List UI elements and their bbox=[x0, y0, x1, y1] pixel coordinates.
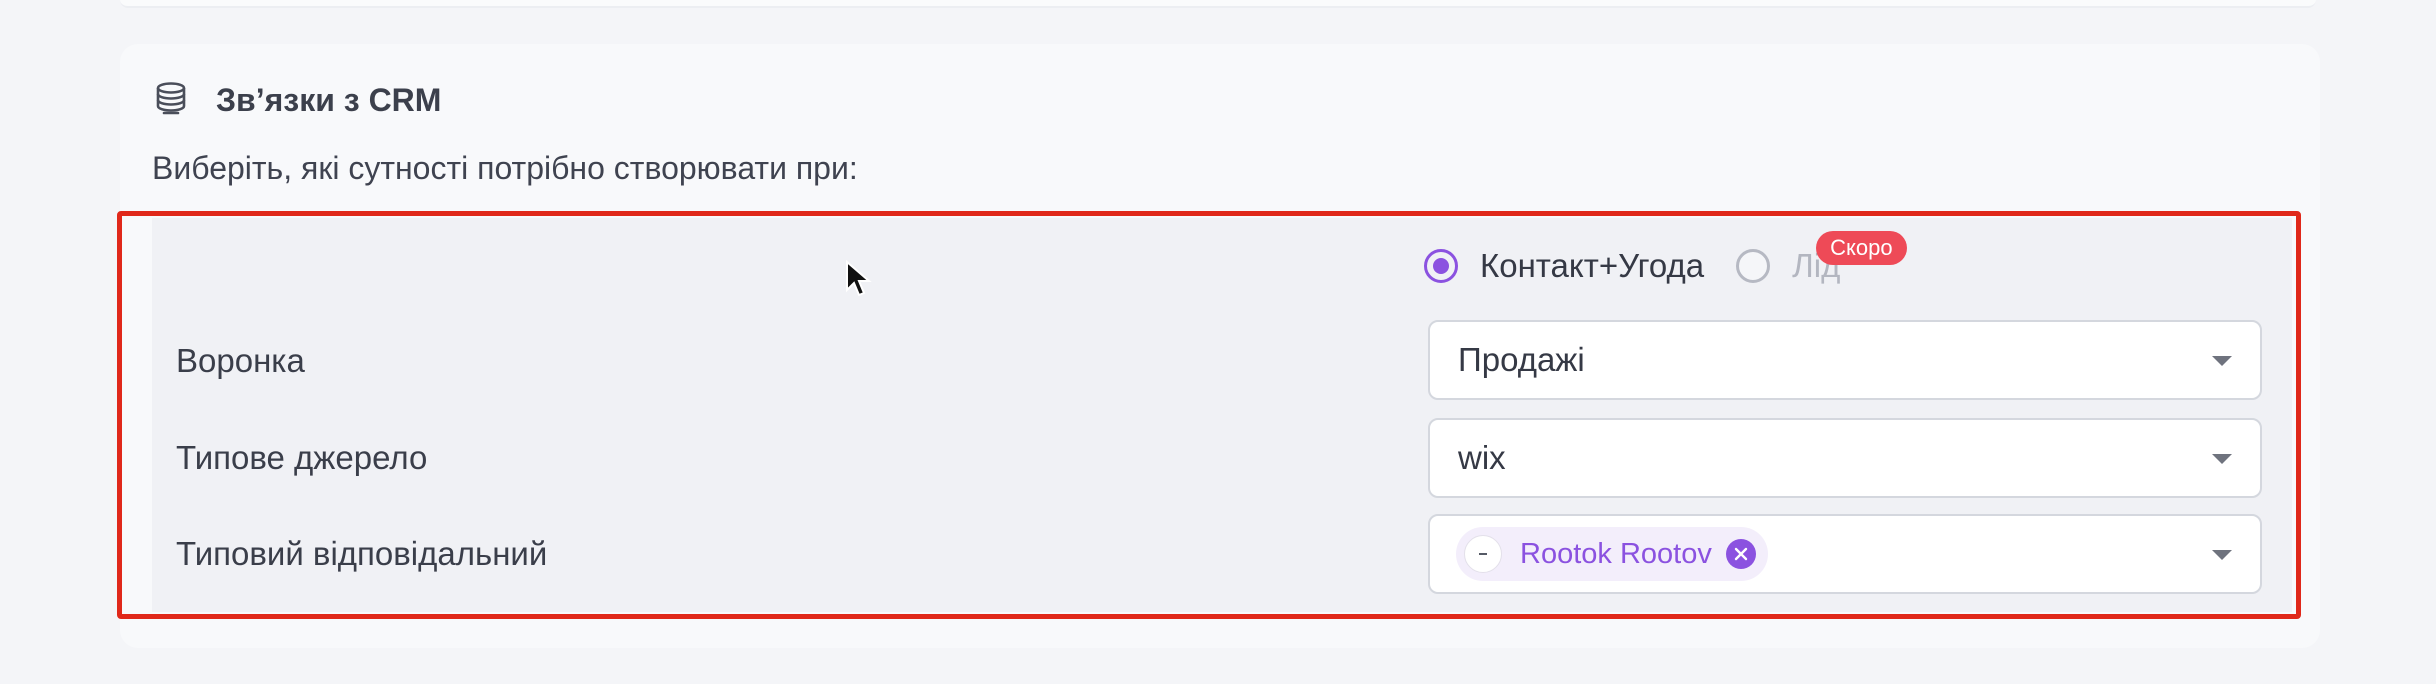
radio-button-unchecked bbox=[1736, 249, 1771, 283]
chevron-down-icon bbox=[2212, 454, 2232, 464]
radio-label-contact-deal: Контакт+Угода bbox=[1480, 247, 1705, 284]
source-select-value: wix bbox=[1458, 439, 1506, 476]
chip-label: Rootok Rootov bbox=[1520, 537, 1712, 570]
previous-card-edge bbox=[120, 0, 2316, 8]
mouse-cursor-icon bbox=[846, 260, 872, 297]
funnel-label: Воронка bbox=[176, 342, 305, 379]
chevron-down-icon bbox=[2212, 550, 2232, 560]
radio-option-lead: Лід Скоро bbox=[1736, 231, 1907, 285]
radio-button-checked[interactable] bbox=[1424, 249, 1458, 283]
card-subtitle: Виберіть, які сутності потрібно створюва… bbox=[152, 150, 858, 186]
avatar bbox=[1464, 535, 1502, 573]
source-label: Типове джерело bbox=[176, 439, 428, 476]
funnel-select[interactable]: Продажі bbox=[1428, 320, 2262, 400]
responsible-select[interactable]: Rootok Rootov bbox=[1428, 514, 2262, 594]
coming-soon-badge: Скоро bbox=[1816, 231, 1907, 265]
responsible-label: Типовий відповідальний bbox=[176, 535, 548, 572]
radio-option-contact-deal[interactable]: Контакт+Угода bbox=[1424, 247, 1704, 285]
entity-radio-group: Контакт+Угода Лід Скоро bbox=[1424, 231, 1907, 288]
database-stack-icon bbox=[156, 82, 186, 115]
source-select[interactable]: wix bbox=[1428, 418, 2262, 498]
funnel-select-value: Продажі bbox=[1458, 341, 1585, 378]
responsible-chip: Rootok Rootov bbox=[1456, 527, 1768, 581]
card-header: Зв’язки з CRM bbox=[152, 78, 441, 122]
close-icon[interactable] bbox=[1725, 539, 1756, 569]
card-title: Зв’язки з CRM bbox=[216, 81, 442, 118]
chevron-down-icon bbox=[2212, 356, 2232, 366]
